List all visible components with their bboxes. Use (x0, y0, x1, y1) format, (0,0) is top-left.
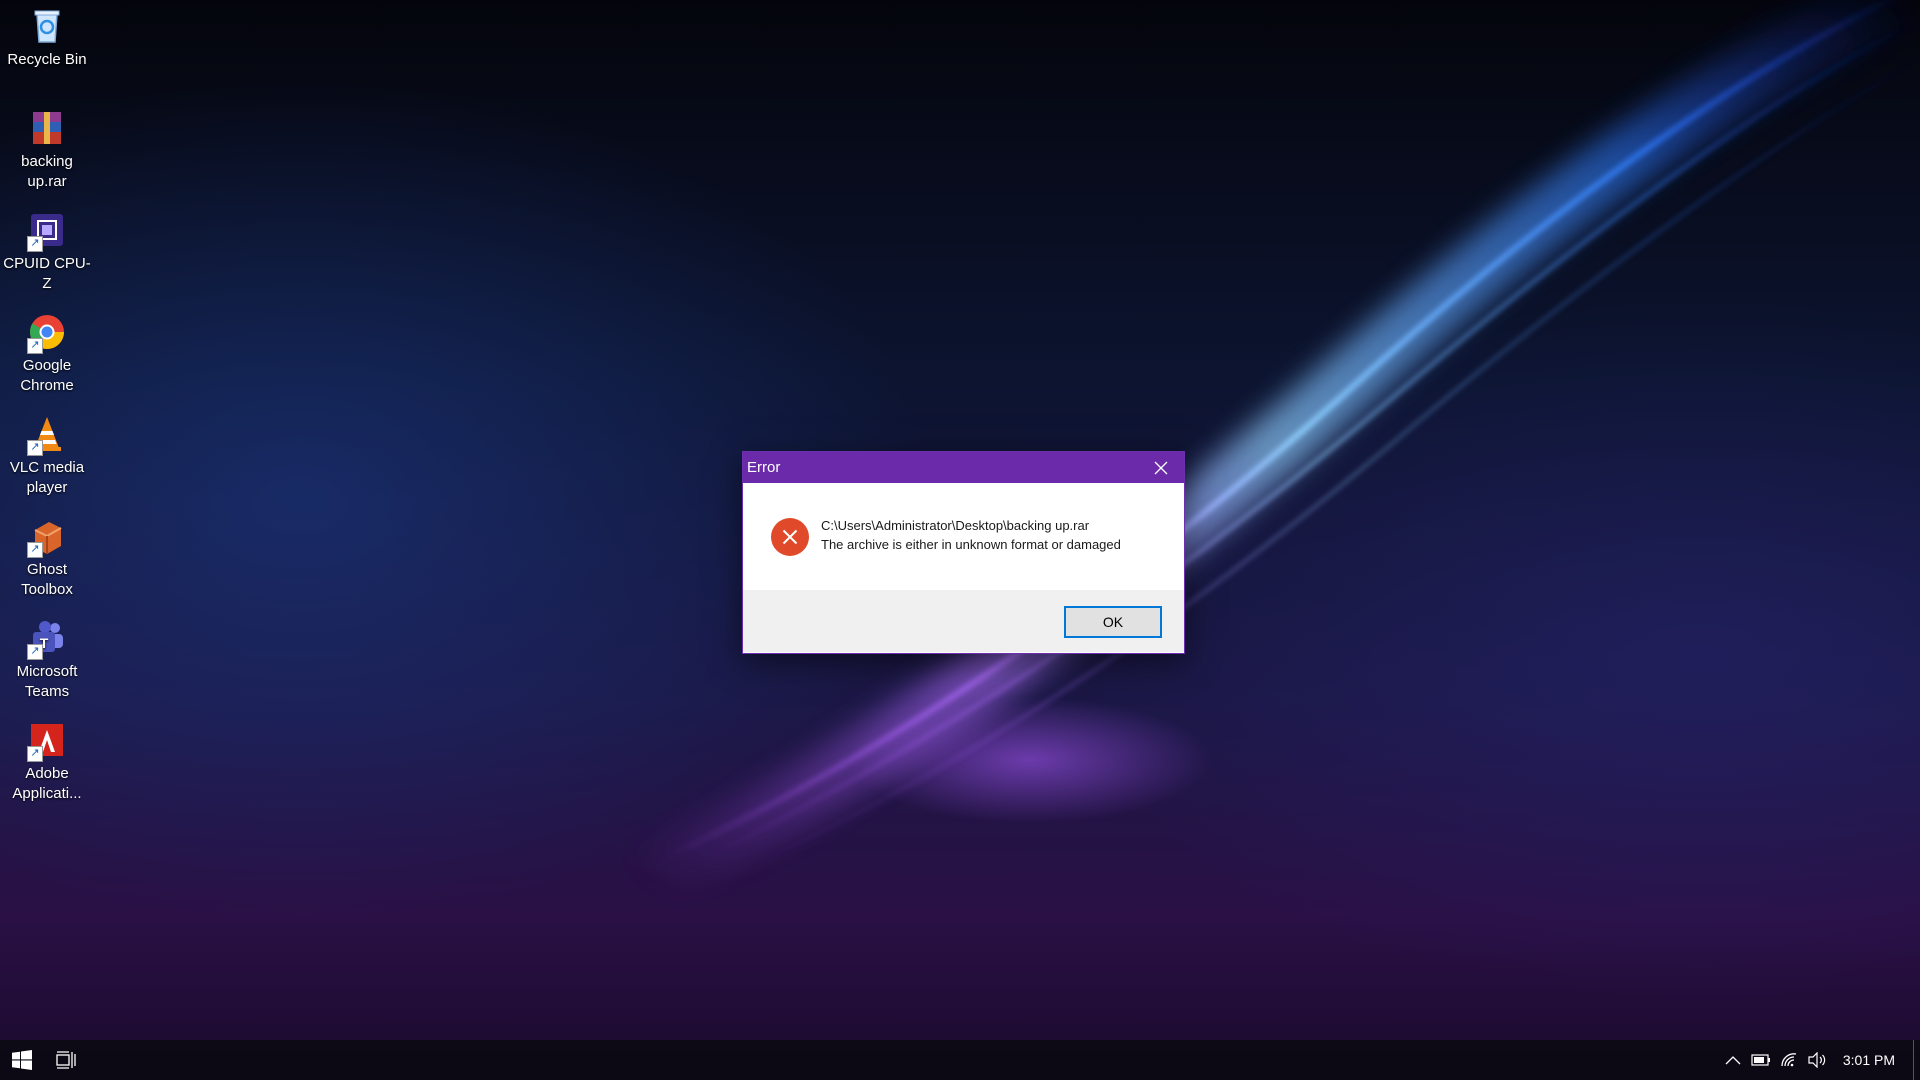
shortcut-arrow-icon: ↗ (27, 440, 43, 456)
shortcut-arrow-icon: ↗ (27, 644, 43, 660)
desktop-icon-label: CPUID CPU-Z (3, 255, 91, 292)
battery-icon[interactable] (1747, 1040, 1775, 1080)
desktop-icon-adobe-applications[interactable]: ↗ Adobe Applicati... (0, 720, 94, 804)
desktop-icon-ghost-toolbox[interactable]: ↗ Ghost Toolbox (0, 516, 94, 600)
error-icon (771, 518, 809, 556)
start-button[interactable] (0, 1040, 44, 1080)
task-view-button[interactable] (44, 1040, 88, 1080)
desktop-icon-label: Ghost Toolbox (21, 561, 73, 598)
shortcut-arrow-icon: ↗ (27, 542, 43, 558)
desktop-icon-backing-up-rar[interactable]: backing up.rar (0, 108, 94, 192)
error-dialog: Error C:\Users\Administrator\Desktop\bac… (742, 451, 1185, 654)
task-view-icon (56, 1051, 76, 1069)
shortcut-arrow-icon: ↗ (27, 746, 43, 762)
dialog-message-path: C:\Users\Administrator\Desktop\backing u… (821, 518, 1090, 533)
vlc-icon: ↗ (27, 414, 67, 456)
desktop-icon-vlc-media-player[interactable]: ↗ VLC media player (0, 414, 94, 498)
windows-logo-icon (12, 1050, 32, 1070)
dialog-body: C:\Users\Administrator\Desktop\backing u… (743, 483, 1184, 590)
dialog-message-text: The archive is either in unknown format … (821, 537, 1121, 552)
desktop-icon-label: Adobe Applicati... (12, 765, 82, 802)
desktop-icon-label: Recycle Bin (7, 51, 87, 68)
desktop-icon-label: VLC media player (9, 459, 85, 496)
ok-button[interactable]: OK (1064, 606, 1162, 638)
dialog-footer: OK (743, 590, 1184, 652)
adobe-icon: ↗ (27, 720, 67, 762)
cpuz-icon: ↗ (27, 210, 67, 252)
wifi-icon[interactable] (1775, 1040, 1803, 1080)
taskbar: 3:01 PM (0, 1040, 1920, 1080)
desktop-icon-microsoft-teams[interactable]: T ↗ Microsoft Teams (0, 618, 94, 702)
desktop-icon-recycle-bin[interactable]: Recycle Bin (0, 6, 94, 70)
desktop-icon-google-chrome[interactable]: ↗ Google Chrome (0, 312, 94, 396)
close-icon (1154, 461, 1168, 474)
ghost-toolbox-icon: ↗ (27, 516, 67, 558)
teams-icon: T ↗ (27, 618, 67, 660)
desktop: Recycle Bin backing up.rar ↗ CPUID CPU-Z… (0, 0, 1920, 1080)
show-desktop-button[interactable] (1913, 1040, 1920, 1080)
volume-icon[interactable] (1803, 1040, 1831, 1080)
dialog-titlebar[interactable]: Error (743, 452, 1184, 483)
desktop-icon-label: Microsoft Teams (16, 663, 78, 700)
shortcut-arrow-icon: ↗ (27, 236, 43, 252)
dialog-title: Error (747, 459, 781, 476)
system-tray: 3:01 PM (1719, 1040, 1920, 1080)
chevron-up-icon[interactable] (1719, 1040, 1747, 1080)
close-button[interactable] (1138, 452, 1184, 483)
chrome-icon: ↗ (27, 312, 67, 354)
desktop-icon-label: backing up.rar (21, 153, 73, 190)
taskbar-clock[interactable]: 3:01 PM (1831, 1052, 1913, 1068)
desktop-icon-cpuid-cpu-z[interactable]: ↗ CPUID CPU-Z (0, 210, 94, 294)
recycle-bin-icon (27, 6, 67, 46)
shortcut-arrow-icon: ↗ (27, 338, 43, 354)
winrar-archive-icon (27, 108, 67, 148)
desktop-icon-label: Google Chrome (20, 357, 74, 394)
dialog-message: C:\Users\Administrator\Desktop\backing u… (821, 516, 1121, 554)
